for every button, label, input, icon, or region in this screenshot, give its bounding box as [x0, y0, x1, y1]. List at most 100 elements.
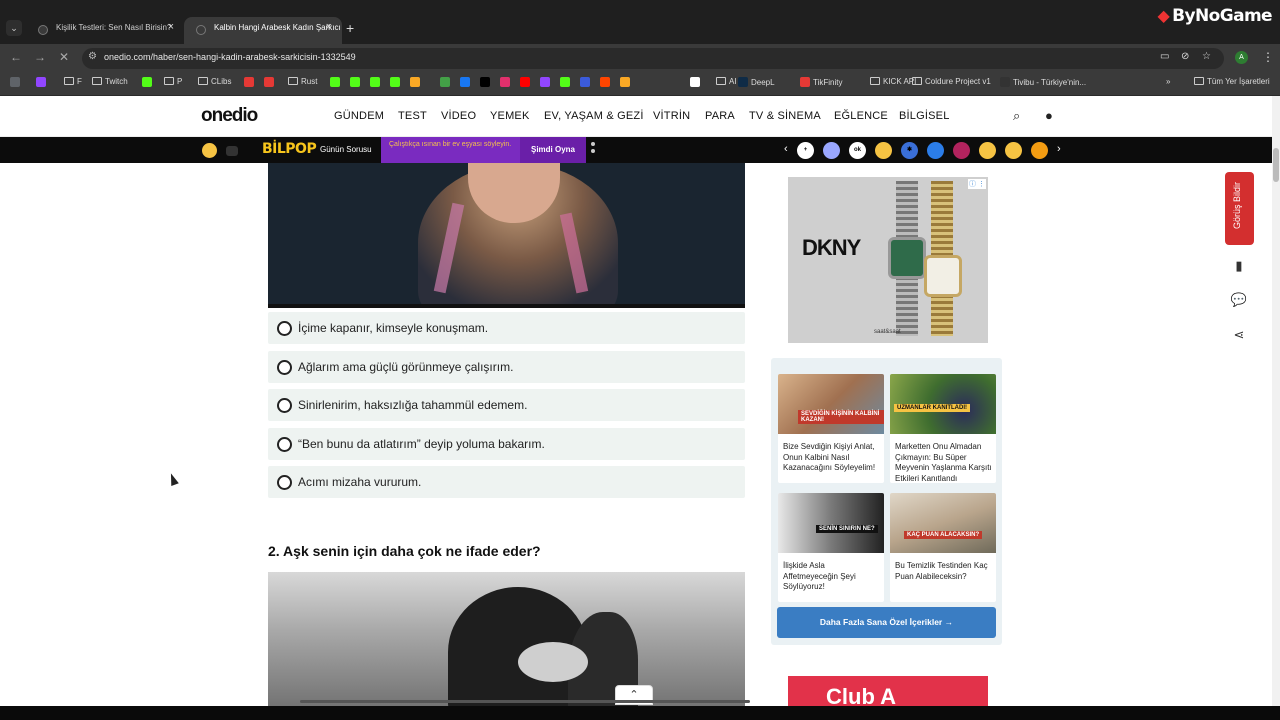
user-icon[interactable]: ●: [1045, 108, 1053, 123]
answer-option[interactable]: İçime kapanır, kimseyle konuşmam.: [268, 312, 745, 344]
bookmark-folder[interactable]: Twitch: [92, 77, 128, 86]
answer-option[interactable]: Acımı mizaha vururum.: [268, 466, 745, 498]
recommended-item[interactable]: KAÇ PUAN ALACAKSIN? Bu Temizlik Testinde…: [890, 493, 996, 602]
bookmark-item[interactable]: [540, 77, 553, 87]
answer-option[interactable]: Ağlarım ama güçlü görünmeye çalışırım.: [268, 351, 745, 383]
nav-video[interactable]: VİDEO: [441, 110, 476, 122]
profile-avatar[interactable]: A: [1235, 51, 1248, 64]
channel-logo-icon[interactable]: +: [797, 142, 814, 159]
bookmark-folder[interactable]: Rust: [288, 77, 317, 86]
games-icon[interactable]: [202, 143, 217, 158]
bookmark-item[interactable]: [264, 77, 277, 87]
tab-personality-tests[interactable]: Kişilik Testleri: Sen Nasıl Birisin? ×: [26, 17, 184, 44]
bookmark-item[interactable]: DeepL: [738, 77, 775, 87]
bookmark-folder[interactable]: Coldure Project v1: [912, 77, 991, 86]
ad-info-icon[interactable]: ⓘ ⋮: [968, 179, 986, 189]
bookmark-item[interactable]: [520, 77, 533, 87]
scrollbar-thumb[interactable]: [1273, 148, 1279, 182]
bookmark-item[interactable]: [690, 77, 703, 87]
nav-bilgisel[interactable]: BİLGİSEL: [899, 110, 950, 122]
horizontal-scrollbar[interactable]: [300, 700, 750, 703]
channel-logo-icon[interactable]: [823, 142, 840, 159]
channel-logo-icon[interactable]: [875, 142, 892, 159]
more-dots-icon[interactable]: [591, 142, 595, 156]
bookmark-icon[interactable]: ▮: [1230, 258, 1248, 276]
nav-para[interactable]: PARA: [705, 110, 735, 122]
more-content-button[interactable]: Daha Fazla Sana Özel İçerikler →: [777, 607, 996, 638]
radio-icon[interactable]: [277, 437, 292, 452]
recommended-item[interactable]: SENİN SINIRIN NE? İlişkide Asla Affetmey…: [778, 493, 884, 602]
recommended-item[interactable]: UZMANLAR KANITLADI! Marketten Onu Almada…: [890, 374, 996, 483]
radio-icon[interactable]: [277, 475, 292, 490]
browser-menu-icon[interactable]: ⋮: [1262, 50, 1274, 64]
install-app-icon[interactable]: ▭: [1160, 51, 1169, 62]
radio-icon[interactable]: [277, 321, 292, 336]
bookmark-item[interactable]: [330, 77, 343, 87]
tracking-off-icon[interactable]: ⊘: [1181, 51, 1189, 62]
close-tab-icon[interactable]: ×: [168, 21, 174, 33]
feedback-button[interactable]: Görüş Bildir: [1225, 172, 1254, 245]
tab-arabesk-quiz[interactable]: Kalbin Hangi Arabesk Kadın Şarkıcı ×: [184, 17, 342, 44]
bookmark-folder[interactable]: P: [164, 77, 182, 86]
onedio-logo[interactable]: onedio: [201, 105, 258, 127]
answer-option[interactable]: Sinirlenirim, haksızlığa tahammül edemem…: [268, 389, 745, 421]
nav-vitrin[interactable]: VİTRİN: [653, 110, 690, 122]
nav-ev-yasam-gezi[interactable]: EV, YAŞAM & GEZİ: [544, 110, 644, 122]
channel-logo-icon[interactable]: ✱: [901, 142, 918, 159]
new-tab-button[interactable]: +: [346, 20, 354, 36]
channel-logo-icon[interactable]: [927, 142, 944, 159]
radio-icon[interactable]: [277, 398, 292, 413]
bookmark-item[interactable]: [410, 77, 423, 87]
radio-icon[interactable]: [277, 360, 292, 375]
tab-search-button[interactable]: ⌄: [6, 20, 22, 36]
bookmark-item[interactable]: [370, 77, 383, 87]
bilpop-logo[interactable]: BİLPOP: [262, 141, 317, 157]
bookmark-folder[interactable]: KICK API: [870, 77, 916, 86]
bookmark-item[interactable]: [500, 77, 513, 87]
nav-tv-sinema[interactable]: TV & SİNEMA: [749, 110, 821, 122]
stop-loading-icon[interactable]: ✕: [59, 50, 69, 64]
bookmarks-overflow-icon[interactable]: »: [1166, 77, 1170, 86]
channel-logo-icon[interactable]: [979, 142, 996, 159]
bookmark-folder[interactable]: F: [64, 77, 82, 86]
bookmark-item[interactable]: [600, 77, 613, 87]
answer-option[interactable]: “Ben bunu da atlatırım” deyip yoluma bak…: [268, 428, 745, 460]
channel-logo-icon[interactable]: [953, 142, 970, 159]
site-info-icon[interactable]: ⚙: [88, 51, 97, 62]
url-text[interactable]: onedio.com/haber/sen-hangi-kadin-arabesk…: [104, 52, 356, 62]
recommended-item[interactable]: SEVDİĞİN KİŞİNİN KALBİNİ KAZAN! Bize Sev…: [778, 374, 884, 483]
channel-logo-icon[interactable]: ok: [849, 142, 866, 159]
search-icon[interactable]: ⌕: [1013, 108, 1020, 124]
daily-question-text[interactable]: Çalıştıkça ısınan bir ev eşyası söyleyin…: [381, 137, 520, 163]
vertical-scrollbar[interactable]: [1272, 96, 1280, 720]
bookmark-item[interactable]: [480, 77, 493, 87]
bookmark-item[interactable]: [620, 77, 633, 87]
gamepad-icon[interactable]: [226, 146, 238, 156]
bookmark-item[interactable]: TikFinity: [800, 77, 842, 87]
channels-next-icon[interactable]: ›: [1057, 143, 1061, 155]
all-bookmarks-folder[interactable]: Tüm Yer İşaretleri: [1194, 77, 1270, 86]
nav-gundem[interactable]: GÜNDEM: [334, 110, 384, 122]
channel-logo-icon[interactable]: [1031, 142, 1048, 159]
nav-yemek[interactable]: YEMEK: [490, 110, 530, 122]
comments-icon[interactable]: 💬: [1230, 292, 1248, 310]
back-icon[interactable]: ←: [10, 50, 22, 64]
bookmark-item[interactable]: Tivibu - Türkiye'nin...: [1000, 77, 1086, 87]
bookmark-folder[interactable]: CLibs: [198, 77, 231, 86]
play-now-button[interactable]: Şimdi Oyna: [520, 137, 586, 163]
bookmark-folder[interactable]: AI: [716, 77, 737, 86]
bookmark-item[interactable]: [460, 77, 473, 87]
bookmark-item[interactable]: [350, 77, 363, 87]
close-tab-icon[interactable]: ×: [326, 21, 332, 33]
channels-prev-icon[interactable]: ‹: [784, 143, 788, 155]
channel-logo-icon[interactable]: [1005, 142, 1022, 159]
bookmark-item[interactable]: [142, 77, 155, 87]
forward-icon[interactable]: →: [34, 50, 46, 64]
bookmark-item[interactable]: [390, 77, 403, 87]
bookmark-item[interactable]: [580, 77, 593, 87]
bookmark-star-icon[interactable]: ☆: [1202, 51, 1211, 62]
dkny-ad[interactable]: DKNY saat&saat ⓘ ⋮: [788, 177, 988, 343]
nav-eglence[interactable]: EĞLENCE: [834, 110, 888, 122]
bookmark-item[interactable]: [244, 77, 257, 87]
bookmark-item[interactable]: [10, 77, 23, 87]
